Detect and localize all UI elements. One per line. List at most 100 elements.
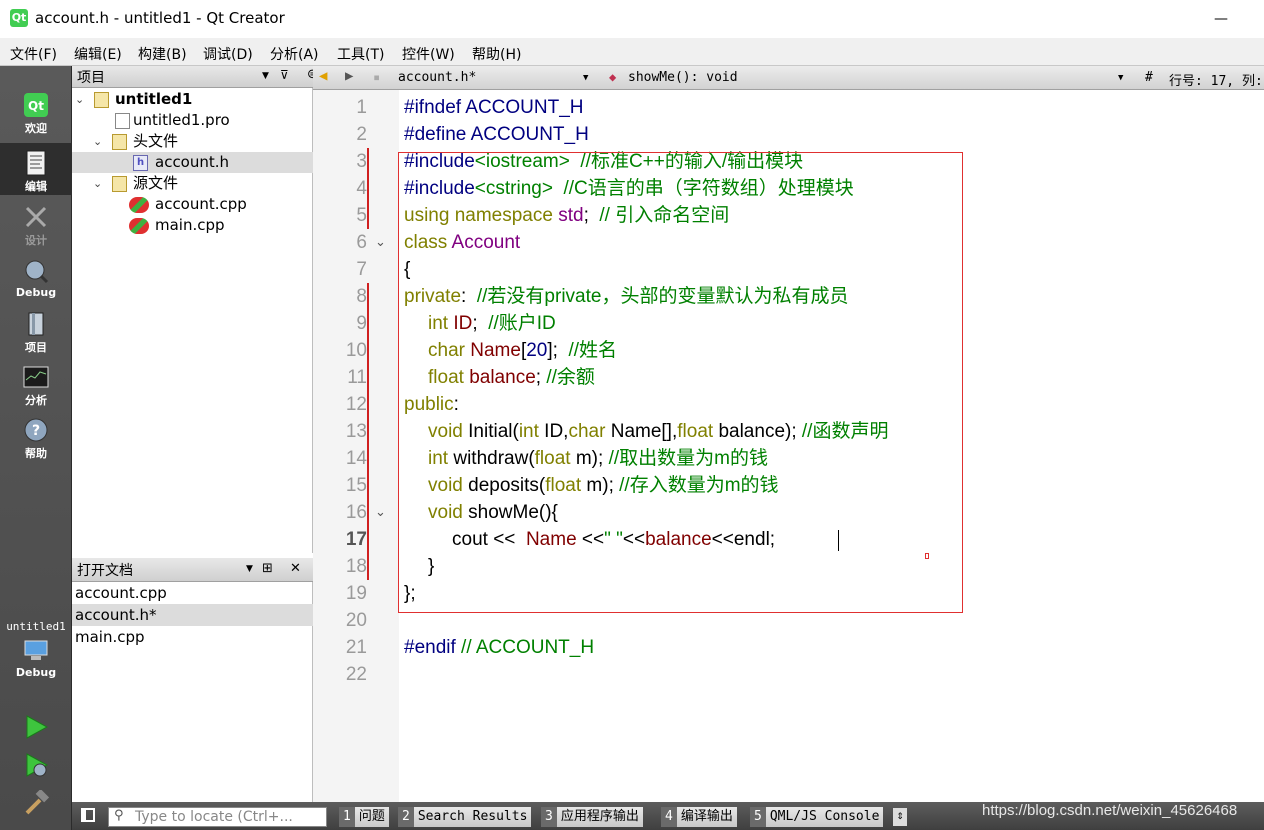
change-marker xyxy=(367,148,369,229)
close-icon[interactable]: ✕ xyxy=(290,561,301,576)
mode-debug[interactable]: Debug xyxy=(0,258,72,299)
line-number: 15 xyxy=(345,475,367,496)
pro-file-icon xyxy=(115,113,130,129)
edit-document-icon xyxy=(23,150,49,176)
mode-projects[interactable]: 项目 xyxy=(0,311,72,355)
split-icon[interactable]: ⊞ xyxy=(262,561,273,576)
code-line: #ifndef ACCOUNT_H xyxy=(404,94,584,121)
tabs-overflow-icon[interactable]: ⇕ xyxy=(893,808,907,826)
open-documents-title[interactable]: 打开文档 xyxy=(77,560,133,580)
line-number: 3 xyxy=(356,151,367,172)
open-doc-item[interactable]: account.h* xyxy=(72,604,313,626)
svg-text:?: ? xyxy=(32,423,40,439)
build-hammer-icon xyxy=(23,788,50,816)
code-line: #endif // ACCOUNT_H xyxy=(404,634,594,661)
line-number: 12 xyxy=(345,394,367,415)
analyze-monitor-icon xyxy=(23,364,49,390)
run-play-icon xyxy=(23,714,49,740)
chevron-down-icon[interactable]: ▼ xyxy=(1118,73,1123,83)
mode-edit[interactable]: 编辑 xyxy=(0,143,72,195)
mode-analyze[interactable]: 分析 xyxy=(0,364,72,408)
line-number: 9 xyxy=(356,313,367,334)
projects-icon xyxy=(23,311,49,337)
back-arrow-icon[interactable]: ◀ xyxy=(319,68,327,84)
tree-item-label: account.cpp xyxy=(155,195,247,213)
tree-item-account-cpp[interactable]: account.cpp xyxy=(72,194,313,215)
fold-chevron-icon[interactable]: ⌄ xyxy=(375,499,386,526)
code-token: #ifndef xyxy=(404,97,462,118)
code-comment: // ACCOUNT_H xyxy=(455,637,595,658)
tree-item-main-cpp[interactable]: main.cpp xyxy=(72,215,313,236)
chevron-down-icon[interactable]: ⌄ xyxy=(75,89,84,110)
locator-input[interactable]: Type to locate (Ctrl+... xyxy=(108,807,327,827)
tree-item-project[interactable]: ⌄ untitled1 xyxy=(72,89,313,110)
symbol-selector[interactable]: showMe(): void xyxy=(628,70,738,85)
code-token: ACCOUNT_H xyxy=(461,97,584,118)
tree-item-account-h[interactable]: h account.h xyxy=(72,152,313,173)
chevron-down-icon[interactable]: ▼ xyxy=(583,73,588,83)
mode-help[interactable]: ? 帮助 xyxy=(0,417,72,461)
fold-chevron-icon[interactable]: ⌄ xyxy=(375,229,386,256)
line-number: 4 xyxy=(356,178,367,199)
line-number: 14 xyxy=(345,448,367,469)
computer-target-icon xyxy=(23,638,49,664)
open-documents-header: 打开文档 ▼ ⊞ ✕ xyxy=(72,558,313,582)
open-doc-item[interactable]: main.cpp xyxy=(72,626,313,648)
menu-tools[interactable]: 工具(T) xyxy=(337,44,384,64)
menu-widgets[interactable]: 控件(W) xyxy=(402,44,455,64)
mode-debug-label: Debug xyxy=(15,286,57,299)
project-view-selector[interactable]: 项目 xyxy=(77,67,105,87)
chevron-down-icon[interactable]: ▼ xyxy=(262,71,269,81)
cursor-position[interactable]: 行号: 17, 列: xyxy=(1169,70,1263,89)
chevron-down-icon[interactable]: ▼ xyxy=(246,564,253,574)
code-line: #define ACCOUNT_H xyxy=(404,121,589,148)
tree-item-label: 源文件 xyxy=(133,174,179,192)
build-button[interactable] xyxy=(0,788,72,816)
minimize-button[interactable]: — xyxy=(1208,6,1234,32)
kit-config-label: Debug xyxy=(15,666,57,679)
tree-item-pro-file[interactable]: untitled1.pro xyxy=(72,110,313,131)
output-tab-app-output[interactable]: 3 应用程序输出 xyxy=(541,807,643,827)
method-icon: ◆ xyxy=(609,70,617,84)
line-number: 6 xyxy=(356,232,367,253)
run-button[interactable] xyxy=(0,714,72,740)
open-doc-item[interactable]: account.cpp xyxy=(72,582,313,604)
chevron-down-icon[interactable]: ⌄ xyxy=(93,173,102,194)
code-token: ACCOUNT_H xyxy=(466,124,589,145)
line-number: 11 xyxy=(347,367,367,388)
menu-debug[interactable]: 调试(D) xyxy=(203,44,253,64)
output-tab-number: 5 xyxy=(750,807,766,827)
highlight-annotation-box xyxy=(398,152,963,613)
hash-indicator: # xyxy=(1145,70,1153,85)
text-cursor xyxy=(838,530,839,551)
menu-help[interactable]: 帮助(H) xyxy=(472,44,521,64)
line-number: 22 xyxy=(345,664,367,685)
tree-item-headers[interactable]: ⌄ 头文件 xyxy=(72,131,313,152)
line-number: 8 xyxy=(356,286,367,307)
header-file-icon: h xyxy=(133,155,148,171)
output-tab-qml-console[interactable]: 5 QML/JS Console xyxy=(750,807,884,827)
menu-edit[interactable]: 编辑(E) xyxy=(74,44,122,64)
mode-welcome[interactable]: Qt 欢迎 xyxy=(0,92,72,136)
project-panel-header: 项目 ▼ ⊽ ⊜ ⊞ ✕ xyxy=(72,66,373,88)
kit-selector[interactable]: Debug xyxy=(0,638,72,679)
menu-build[interactable]: 构建(B) xyxy=(138,44,187,64)
output-tab-label: 问题 xyxy=(354,807,389,827)
current-file-selector[interactable]: account.h* xyxy=(398,70,476,85)
filter-icon[interactable]: ⊽ xyxy=(280,68,289,82)
forward-arrow-icon[interactable]: ▶ xyxy=(345,68,353,84)
output-tab-search[interactable]: 2 Search Results xyxy=(398,807,532,827)
mode-design[interactable]: 设计 xyxy=(0,204,72,248)
qt-logo-icon: Qt xyxy=(23,92,49,118)
line-number: 5 xyxy=(356,205,367,226)
toggle-sidebar-icon[interactable] xyxy=(81,808,95,822)
menu-file[interactable]: 文件(F) xyxy=(10,44,57,64)
mode-analyze-label: 分析 xyxy=(25,394,47,407)
output-tab-compile[interactable]: 4 编译输出 xyxy=(661,807,737,827)
output-tab-issues[interactable]: 1 问题 xyxy=(339,807,389,827)
debug-run-button[interactable] xyxy=(0,752,72,778)
chevron-down-icon[interactable]: ⌄ xyxy=(93,131,102,152)
menu-analyze[interactable]: 分析(A) xyxy=(270,44,319,64)
source-folder-icon xyxy=(112,176,127,192)
tree-item-sources[interactable]: ⌄ 源文件 xyxy=(72,173,313,194)
